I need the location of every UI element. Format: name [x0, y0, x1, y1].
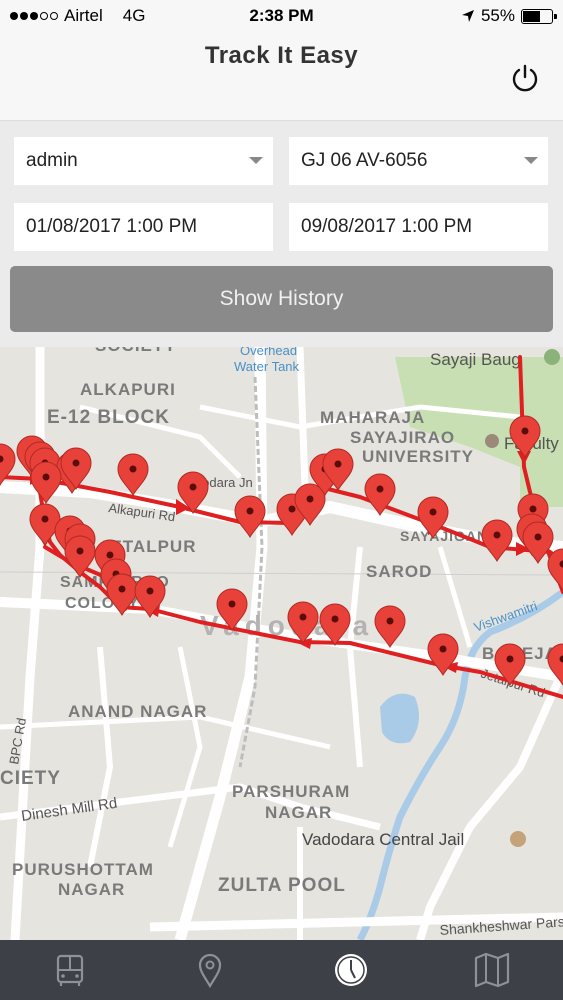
- to-date-value: 09/08/2017 1:00 PM: [301, 216, 473, 237]
- faculty-poi-icon[interactable]: [485, 434, 499, 448]
- user-select[interactable]: admin: [14, 137, 273, 185]
- map-label: PURUSHOTTAM: [12, 860, 154, 879]
- tab-history[interactable]: [331, 952, 371, 988]
- status-bar: Airtel 4G 2:38 PM 55%: [0, 0, 563, 32]
- app-header: Track It Easy: [0, 32, 563, 121]
- power-button[interactable]: [509, 62, 541, 94]
- map-label: Vadodara Central Jail: [302, 830, 464, 849]
- vehicle-select[interactable]: GJ 06 AV-6056: [289, 137, 548, 185]
- user-select-value: admin: [26, 150, 78, 171]
- temple-poi-icon[interactable]: [510, 831, 526, 847]
- battery-icon: [521, 8, 557, 24]
- show-history-button[interactable]: Show History: [10, 266, 553, 332]
- location-arrow-icon: [461, 10, 474, 22]
- map-label: Sayaji Baug: [430, 350, 521, 369]
- map-label: ZULTA POOL: [218, 875, 346, 896]
- power-icon: [512, 64, 538, 92]
- map-label: ANAND NAGAR: [68, 702, 207, 721]
- tab-location[interactable]: [190, 952, 230, 989]
- to-date-field[interactable]: 09/08/2017 1:00 PM: [289, 203, 548, 251]
- chevron-down-icon: [524, 157, 538, 164]
- park-poi-icon[interactable]: [544, 349, 560, 365]
- vehicle-select-value: GJ 06 AV-6056: [301, 150, 428, 171]
- battery-percent: 55%: [480, 6, 515, 25]
- clock-icon: [335, 954, 367, 986]
- map-icon: [474, 952, 510, 988]
- map-label: SOCIETY: [95, 347, 177, 355]
- map-label: PARSHURAM: [232, 782, 350, 801]
- map-label: NAGAR: [265, 803, 332, 822]
- map-label: NAGAR: [58, 880, 125, 899]
- chevron-down-icon: [249, 157, 263, 164]
- lake: [380, 693, 419, 744]
- location-pin-icon: [198, 953, 222, 989]
- filter-panel: admin GJ 06 AV-6056 01/08/2017 1:00 PM 0…: [0, 121, 563, 347]
- map-view[interactable]: SOCIETY ALKAPURI E-12 BLOCK MAHARAJA SAY…: [0, 347, 563, 940]
- tab-map[interactable]: [472, 952, 512, 988]
- map-label: UNIVERSITY: [362, 447, 474, 466]
- page-title: Track It Easy: [204, 42, 359, 69]
- map-label: Overhead: [240, 347, 297, 358]
- bus-icon: [56, 954, 84, 986]
- map-label: ALKAPURI: [80, 380, 176, 399]
- map-label: SAROD: [366, 562, 432, 581]
- map-label: MAHARAJA: [320, 408, 425, 427]
- from-date-field[interactable]: 01/08/2017 1:00 PM: [14, 203, 273, 251]
- map-label: CIETY: [0, 768, 61, 789]
- map-label: SAYAJIRAO: [350, 428, 455, 447]
- tab-vehicles[interactable]: [50, 952, 90, 988]
- from-date-value: 01/08/2017 1:00 PM: [26, 216, 198, 237]
- tab-bar: [0, 940, 563, 1000]
- map-canvas[interactable]: SOCIETY ALKAPURI E-12 BLOCK MAHARAJA SAY…: [0, 347, 563, 940]
- map-label: Water Tank: [234, 359, 300, 374]
- map-label: E-12 BLOCK: [47, 407, 170, 428]
